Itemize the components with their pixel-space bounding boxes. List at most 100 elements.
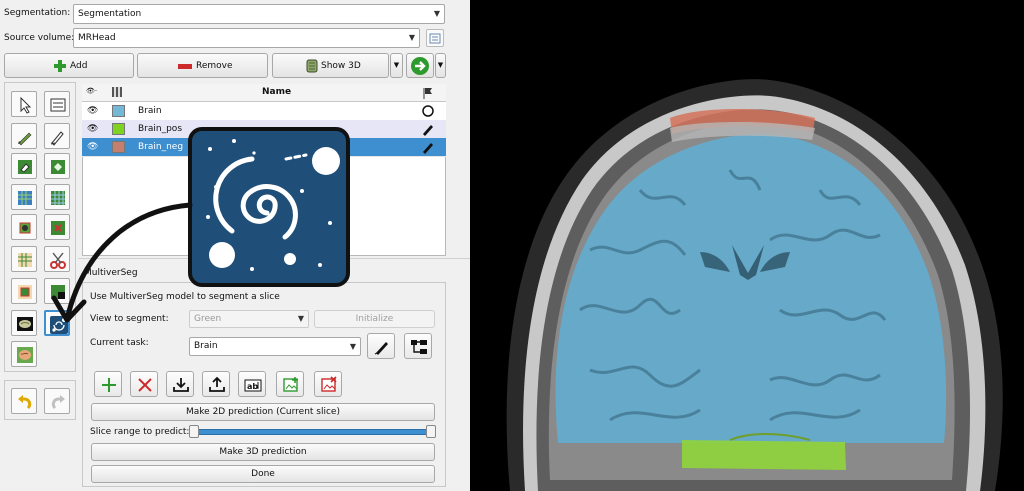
plus-icon — [54, 60, 66, 72]
visibility-eye-icon[interactable]: 👁 — [87, 106, 98, 116]
slice-range-label: Slice range to predict: — [90, 427, 190, 437]
tool-smoothing[interactable] — [11, 246, 37, 272]
hierarchy-icon — [411, 340, 427, 354]
slice-range-max-handle[interactable] — [426, 425, 436, 438]
tool-margin[interactable] — [11, 214, 37, 240]
segment-name: Brain — [138, 106, 162, 116]
mask-volume-icon — [17, 317, 33, 331]
tool-level-tracing[interactable] — [44, 153, 70, 179]
add-example-button[interactable] — [276, 371, 304, 397]
segment-color-swatch[interactable] — [112, 123, 125, 135]
slice-view[interactable] — [470, 0, 1024, 491]
add-segment-button[interactable]: Add — [4, 53, 134, 78]
properties-icon — [50, 98, 66, 112]
next-step-button[interactable] — [406, 53, 434, 78]
source-volume-value: MRHead — [78, 33, 116, 43]
undo-button[interactable] — [11, 388, 37, 414]
tool-surface-cut[interactable] — [11, 341, 37, 367]
tool-draw[interactable] — [44, 123, 70, 149]
tool-mask-volume[interactable] — [11, 310, 37, 336]
visibility-eye-icon[interactable]: 👁 — [87, 124, 98, 134]
pencil-status-icon[interactable] — [421, 140, 435, 154]
pointer-icon — [20, 96, 32, 114]
tool-segment-properties[interactable] — [44, 91, 70, 117]
arrow-right-circle-icon — [411, 57, 429, 75]
islands-icon — [18, 285, 32, 299]
chevron-down-icon: ▼ — [349, 342, 356, 351]
done-label: Done — [251, 469, 275, 479]
margin-icon — [19, 222, 31, 234]
show-3d-label: Show 3D — [321, 61, 361, 71]
tool-paint[interactable] — [11, 123, 37, 149]
segmentation-value: Segmentation — [78, 9, 142, 19]
segment-color-swatch[interactable] — [112, 141, 125, 153]
pencil-draw-icon — [50, 131, 64, 146]
done-button[interactable]: Done — [91, 465, 435, 483]
chevron-down-icon: ▼ — [433, 9, 440, 18]
minus-icon — [178, 64, 192, 69]
eraser-icon — [18, 160, 32, 174]
make-3d-prediction-button[interactable]: Make 3D prediction — [91, 443, 435, 461]
edit-task-button[interactable] — [367, 333, 395, 359]
segmentation-label: Segmentation: — [4, 8, 71, 18]
chevron-down-icon: ▼ — [437, 61, 444, 69]
tool-grow-from-seeds[interactable] — [11, 184, 37, 210]
segment-name: Brain_neg — [138, 142, 184, 152]
text-field-icon: ab — [244, 379, 262, 392]
tool-erase[interactable] — [11, 153, 37, 179]
image-add-icon — [283, 377, 298, 392]
pencil-icon — [374, 342, 388, 355]
brain-3d-icon — [17, 347, 33, 363]
show-3d-button[interactable]: Show 3D — [272, 53, 389, 78]
circle-status-icon[interactable] — [421, 104, 435, 118]
pencil-status-icon[interactable] — [421, 122, 435, 136]
paint-brush-icon — [18, 132, 32, 146]
level-tracing-icon — [51, 160, 65, 174]
curved-arrow-icon — [51, 202, 193, 323]
slice-range-slider[interactable] — [193, 429, 433, 435]
task-hierarchy-button[interactable] — [404, 333, 432, 359]
color-column-icon — [112, 87, 122, 97]
column-header-name: Name — [262, 87, 292, 97]
grow-seeds-icon — [18, 191, 32, 205]
tool-none[interactable] — [11, 91, 37, 117]
source-volume-select[interactable]: MRHead ▼ — [73, 28, 420, 48]
table-row[interactable]: 👁 Brain — [82, 102, 446, 121]
show-3d-dropdown[interactable]: ▼ — [390, 53, 403, 78]
remove-example-button[interactable] — [314, 371, 342, 397]
image-remove-icon — [321, 376, 337, 392]
make-2d-prediction-label: Make 2D prediction (Current slice) — [186, 407, 340, 417]
initialize-button[interactable]: Initialize — [314, 310, 435, 328]
smoothing-icon — [18, 253, 32, 267]
segment-editor-panel: Segmentation: Segmentation ▼ Source volu… — [0, 0, 470, 491]
slice-range-min-handle[interactable] — [189, 425, 199, 438]
chevron-down-icon: ▼ — [297, 314, 304, 323]
undo-icon — [18, 395, 32, 410]
add-label: Add — [70, 61, 88, 71]
segmentation-select[interactable]: Segmentation ▼ — [73, 4, 445, 24]
source-volume-label: Source volume: — [4, 33, 75, 43]
geometry-settings-button[interactable] — [426, 29, 444, 47]
mri-coronal-image[interactable] — [470, 0, 1024, 491]
visibility-eye-icon[interactable]: 👁 — [87, 142, 98, 152]
redo-button[interactable] — [44, 388, 70, 414]
segments-table-header: 👁· Name — [82, 84, 446, 102]
geometry-icon — [429, 33, 441, 44]
redo-icon — [51, 395, 65, 410]
tool-islands[interactable] — [11, 278, 37, 304]
flag-icon — [423, 88, 432, 99]
chevron-down-icon: ▼ — [408, 33, 415, 42]
segment-name: Brain_pos — [138, 124, 183, 134]
make-2d-prediction-button[interactable]: Make 2D prediction (Current slice) — [91, 403, 435, 421]
cube-3d-icon — [306, 59, 318, 73]
chevron-down-icon: ▼ — [393, 61, 400, 69]
remove-label: Remove — [196, 61, 233, 71]
next-step-dropdown[interactable]: ▼ — [435, 53, 446, 78]
svg-text:ab: ab — [247, 382, 258, 391]
rename-button[interactable]: ab — [238, 371, 266, 397]
segment-color-swatch[interactable] — [112, 105, 125, 117]
remove-segment-button[interactable]: Remove — [137, 53, 268, 78]
make-3d-prediction-label: Make 3D prediction — [219, 447, 307, 457]
initialize-label: Initialize — [355, 314, 394, 324]
visibility-eye-icon: 👁· — [86, 87, 98, 95]
